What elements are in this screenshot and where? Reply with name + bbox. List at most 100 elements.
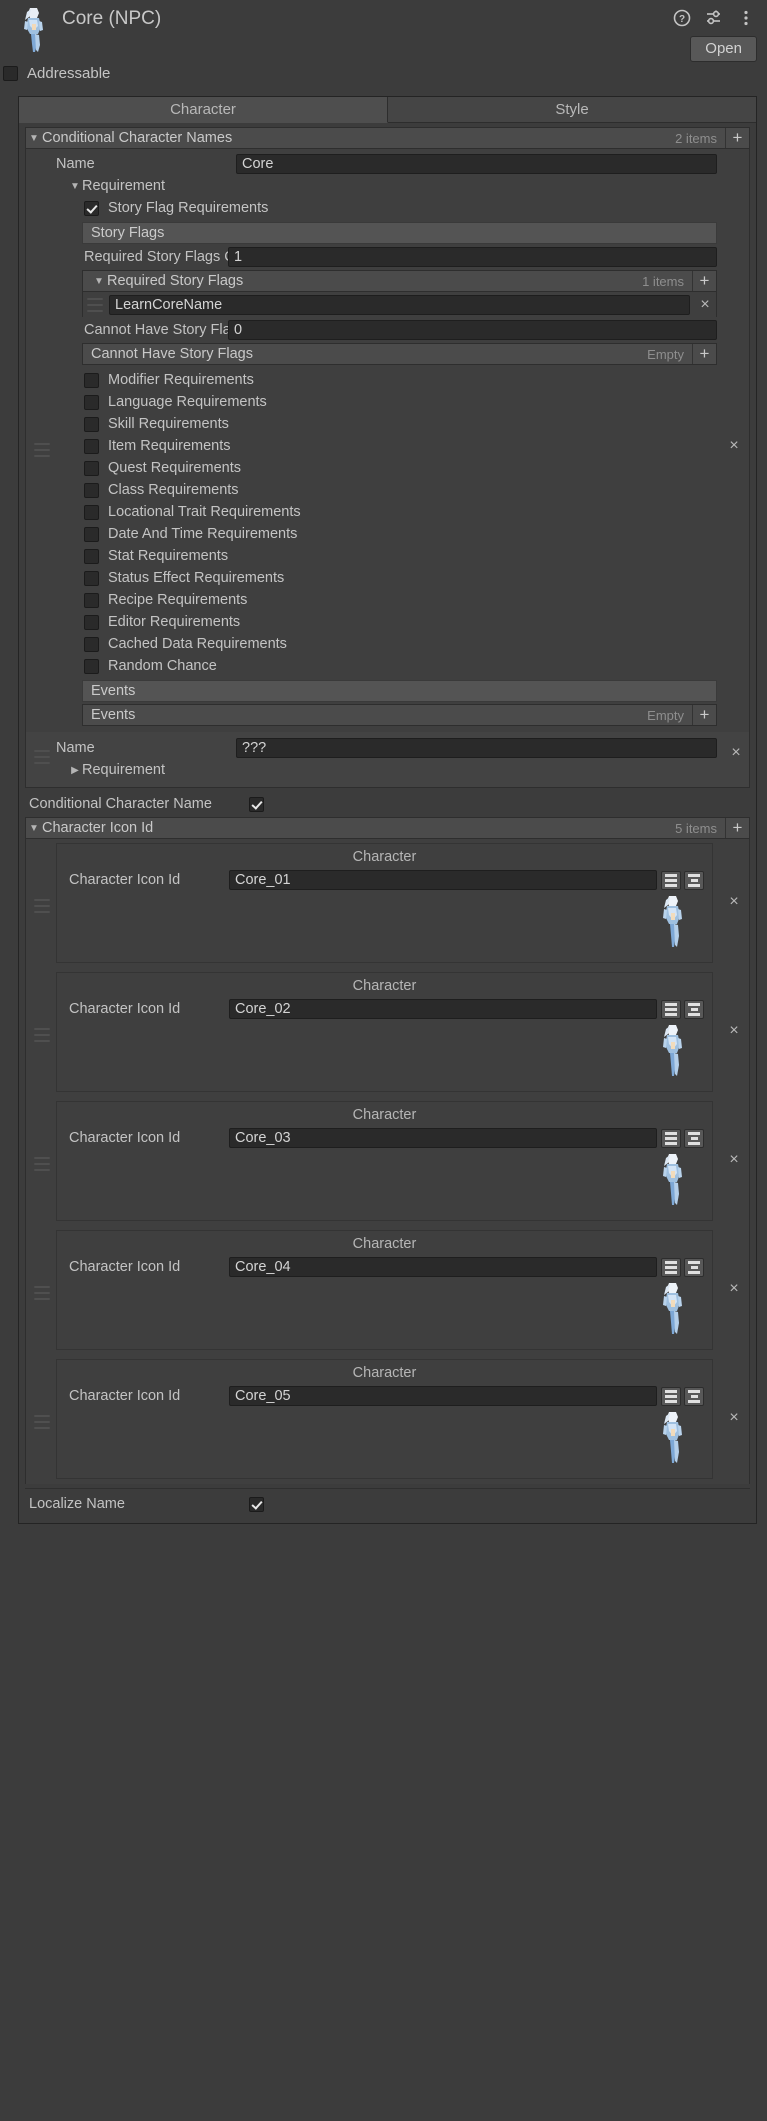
cannot-have-story-flags-title: Cannot Have Story Flags [91, 346, 253, 362]
entry-name-input[interactable]: ??? [236, 738, 717, 758]
chevron-down-icon[interactable]: ▼ [26, 823, 42, 834]
remove-story-flag-button[interactable]: × [696, 296, 714, 314]
detail-view-button[interactable] [684, 870, 704, 890]
entry-requirement-label: Requirement [82, 762, 166, 778]
detail-view-button[interactable] [684, 1257, 704, 1277]
card-title: Character [352, 1365, 417, 1381]
character-icon-id-item: × Character Character Icon Id Core_05 [25, 1355, 750, 1484]
remove-character-icon-id-button[interactable]: × [725, 1409, 743, 1427]
add-cannot-have-story-flag-button[interactable]: + [692, 344, 716, 364]
localize-name-row: Localize Name [19, 1493, 756, 1515]
label: Language Requirements [108, 394, 267, 410]
checkbox[interactable] [84, 438, 99, 454]
remove-entry-button[interactable]: × [727, 744, 745, 762]
character-icon-id-input[interactable]: Core_03 [229, 1128, 657, 1148]
checkbox[interactable] [84, 614, 99, 630]
character-icon-id-label: Character Icon Id [69, 1001, 181, 1017]
drag-handle-icon[interactable] [34, 443, 50, 457]
label: Date And Time Requirements [108, 526, 298, 542]
add-required-story-flag-button[interactable]: + [692, 271, 716, 291]
detail-view-button[interactable] [684, 1128, 704, 1148]
character-preview [57, 1147, 712, 1207]
list-view-button[interactable] [661, 1386, 681, 1406]
localize-name-checkbox[interactable] [249, 1496, 264, 1512]
open-button[interactable]: Open [690, 36, 757, 62]
help-icon[interactable]: ? [673, 9, 691, 27]
character-icon-id-input[interactable]: Core_05 [229, 1386, 657, 1406]
cannot-have-story-flags-header[interactable]: Cannot Have Story Flags Empty + [82, 343, 717, 365]
checkbox[interactable] [84, 570, 99, 586]
tab-style[interactable]: Style [388, 97, 756, 123]
drag-handle-icon[interactable] [34, 1286, 50, 1300]
label: Locational Trait Requirements [108, 504, 301, 520]
checkbox[interactable] [84, 636, 99, 652]
remove-character-icon-id-button[interactable]: × [725, 1280, 743, 1298]
character-preview [57, 889, 712, 949]
icon-buttons [661, 1257, 704, 1277]
checkbox[interactable] [84, 372, 99, 388]
checkbox[interactable] [84, 548, 99, 564]
entry-requirement-foldout[interactable]: ▼ Requirement [26, 175, 749, 197]
list-view-button[interactable] [661, 999, 681, 1019]
checkbox[interactable] [84, 460, 99, 476]
chevron-down-icon[interactable]: ▼ [91, 276, 107, 287]
cannot-have-story-flags-count-input[interactable]: 0 [228, 320, 717, 340]
required-story-flags-count-input[interactable]: 1 [228, 247, 717, 267]
character-icon-id-row: Character Icon Id Core_04 [57, 1254, 712, 1277]
chevron-down-icon[interactable]: ▼ [26, 133, 42, 144]
required-story-flags-header[interactable]: ▼ Required Story Flags 1 items + [82, 270, 717, 292]
drag-handle-icon[interactable] [34, 1028, 50, 1042]
character-icon-id-title: Character Icon Id [42, 820, 154, 836]
remove-character-icon-id-button[interactable]: × [725, 1151, 743, 1169]
drag-handle-icon[interactable] [34, 1157, 50, 1171]
kebab-menu-icon[interactable] [737, 9, 755, 27]
remove-character-icon-id-button[interactable]: × [725, 893, 743, 911]
tab-character[interactable]: Character [19, 97, 388, 123]
label: Stat Requirements [108, 548, 229, 564]
checkbox[interactable] [84, 504, 99, 520]
add-event-button[interactable]: + [692, 705, 716, 725]
checkbox[interactable] [84, 416, 99, 432]
checkbox[interactable] [84, 482, 99, 498]
conditional-character-names-header[interactable]: ▼ Conditional Character Names 2 items + [25, 127, 750, 149]
detail-view-button[interactable] [684, 1386, 704, 1406]
label: Class Requirements [108, 482, 239, 498]
checkbox[interactable] [84, 658, 99, 674]
drag-handle-icon[interactable] [87, 298, 103, 312]
drag-handle-icon[interactable] [34, 750, 50, 764]
remove-character-icon-id-button[interactable]: × [725, 1022, 743, 1040]
character-preview [57, 1405, 712, 1465]
required-story-flag-input[interactable]: LearnCoreName [109, 295, 690, 315]
conditional-character-name-checkbox[interactable] [249, 796, 264, 812]
story-flag-requirements-checkbox[interactable] [84, 200, 99, 216]
chevron-down-icon[interactable]: ▼ [68, 181, 82, 192]
checkbox[interactable] [84, 394, 99, 410]
character-icon-id-label: Character Icon Id [69, 872, 181, 888]
character-icon-id-header[interactable]: ▼ Character Icon Id 5 items + [25, 817, 750, 839]
events-list-header[interactable]: Events Empty + [82, 704, 717, 726]
settings-sliders-icon[interactable] [705, 9, 723, 27]
list-view-button[interactable] [661, 870, 681, 890]
drag-handle-icon[interactable] [34, 1415, 50, 1429]
addressable-checkbox[interactable] [3, 65, 18, 81]
detail-view-button[interactable] [684, 999, 704, 1019]
toggle-item-requirements: Item Requirements [84, 435, 749, 457]
character-icon-id-input[interactable]: Core_01 [229, 870, 657, 890]
conditional-name-entry-0: × Name Core ▼ Requirement Story Flag Req… [25, 149, 750, 732]
add-conditional-character-name-button[interactable]: + [725, 128, 749, 148]
inspector-header: Core (NPC) ? Open [0, 0, 767, 62]
character-icon-id-input[interactable]: Core_04 [229, 1257, 657, 1277]
checkbox[interactable] [84, 526, 99, 542]
drag-handle-icon[interactable] [34, 899, 50, 913]
list-view-button[interactable] [661, 1128, 681, 1148]
remove-entry-button[interactable]: × [725, 437, 743, 455]
character-icon-id-input[interactable]: Core_02 [229, 999, 657, 1019]
icon-buttons [661, 999, 704, 1019]
list-view-button[interactable] [661, 1257, 681, 1277]
entry-name-input[interactable]: Core [236, 154, 717, 174]
chevron-right-icon[interactable]: ▶ [68, 765, 82, 776]
entry-requirement-foldout[interactable]: ▶ Requirement [26, 759, 749, 781]
add-character-icon-id-button[interactable]: + [725, 818, 749, 838]
checkbox[interactable] [84, 592, 99, 608]
entry-name-row: Name Core [26, 153, 749, 175]
